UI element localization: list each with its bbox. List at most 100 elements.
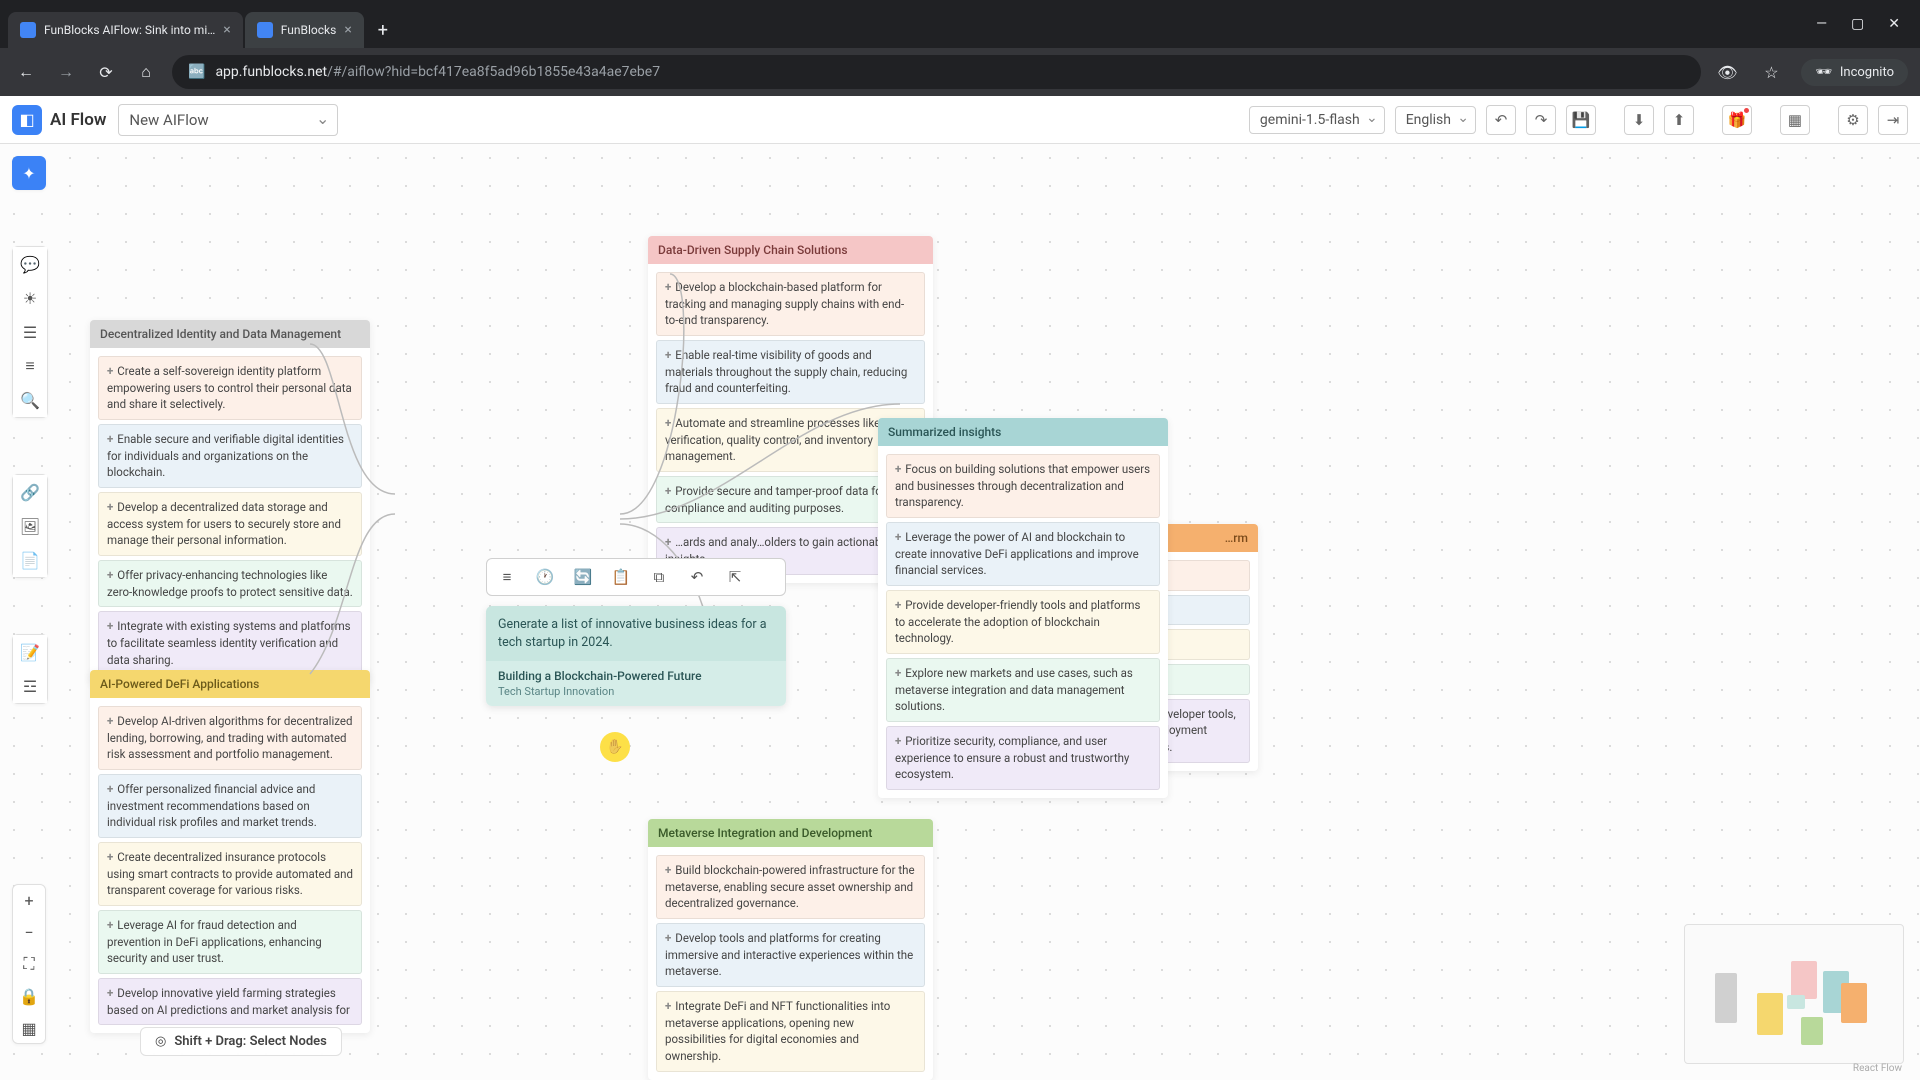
node-insights[interactable]: Summarized insights +Focus on building s… bbox=[878, 418, 1168, 798]
model-selector[interactable]: gemini-1.5-flash bbox=[1249, 106, 1385, 134]
note-icon[interactable]: 📋 bbox=[609, 565, 633, 589]
maximize-icon[interactable]: ▢ bbox=[1851, 16, 1864, 32]
refresh-icon[interactable]: 🔄 bbox=[571, 565, 595, 589]
address-bar: ← → ⟳ ⌂ 🔤 app.funblocks.net/#/aiflow?hid… bbox=[0, 48, 1920, 96]
node-item[interactable]: +Leverage AI for fraud detection and pre… bbox=[98, 910, 362, 974]
node-item[interactable]: +Create decentralized insurance protocol… bbox=[98, 842, 362, 906]
incognito-label: Incognito bbox=[1840, 65, 1894, 80]
download-button[interactable]: ⬇ bbox=[1624, 105, 1654, 135]
node-item[interactable]: +Develop a decentralized data storage an… bbox=[98, 492, 362, 556]
prompt-text: Generate a list of innovative business i… bbox=[486, 606, 786, 661]
upload-button[interactable]: ⬆ bbox=[1664, 105, 1694, 135]
node-identity[interactable]: Decentralized Identity and Data Manageme… bbox=[90, 320, 370, 683]
node-item[interactable]: +Integrate DeFi and NFT functionalities … bbox=[656, 991, 925, 1072]
export-icon[interactable]: ⇱ bbox=[723, 565, 747, 589]
node-item[interactable]: +Leverage the power of AI and blockchain… bbox=[886, 522, 1160, 586]
site-info-icon[interactable]: 🔤 bbox=[188, 64, 205, 80]
node-item[interactable]: +Provide developer-friendly tools and pl… bbox=[886, 590, 1160, 654]
zoom-out-button[interactable]: − bbox=[13, 917, 45, 947]
prompt-meta: Building a Blockchain-Powered Future Tec… bbox=[486, 661, 786, 706]
flow-selector[interactable]: New AIFlow bbox=[118, 104, 338, 136]
sun-icon[interactable]: ☀ bbox=[13, 281, 47, 315]
tasks-icon[interactable]: ☲ bbox=[13, 669, 47, 703]
close-icon[interactable]: × bbox=[223, 22, 230, 38]
url-input[interactable]: 🔤 app.funblocks.net/#/aiflow?hid=bcf417e… bbox=[172, 55, 1701, 89]
browser-tab-active[interactable]: FunBlocks × bbox=[245, 12, 364, 48]
clock-icon[interactable]: 🕐 bbox=[533, 565, 557, 589]
undo-icon[interactable]: ↶ bbox=[685, 565, 709, 589]
copy-icon[interactable]: ⧉ bbox=[647, 565, 671, 589]
lock-button[interactable]: 🔒 bbox=[13, 981, 45, 1011]
save-button[interactable]: 💾 bbox=[1566, 105, 1596, 135]
node-item[interactable]: +Explore new markets and use cases, such… bbox=[886, 658, 1160, 722]
node-item[interactable]: +Offer personalized financial advice and… bbox=[98, 774, 362, 838]
forward-button[interactable]: → bbox=[52, 58, 80, 86]
fit-view-button[interactable]: ⛶ bbox=[13, 949, 45, 979]
left-toolbar: ✦ 💬 ☀ ☰ ≡ 🔍 🔗 🖼 📄 📝 ☲ bbox=[12, 156, 48, 704]
node-metaverse[interactable]: Metaverse Integration and Development +B… bbox=[648, 819, 933, 1080]
language-selector[interactable]: English bbox=[1395, 106, 1476, 134]
node-item[interactable]: +Create a self-sovereign identity platfo… bbox=[98, 356, 362, 420]
image-icon[interactable]: 🖼 bbox=[13, 509, 47, 543]
grid-button[interactable]: ▦ bbox=[13, 1013, 45, 1043]
node-item[interactable]: +Develop innovative yield farming strate… bbox=[98, 978, 362, 1025]
app-logo-icon[interactable]: ◧ bbox=[12, 105, 42, 135]
incognito-badge[interactable]: 🕶 Incognito bbox=[1801, 59, 1908, 86]
browser-tab[interactable]: FunBlocks AIFlow: Sink into mi… × bbox=[8, 12, 243, 48]
app-title: AI Flow bbox=[50, 110, 106, 130]
prompt-title: Building a Blockchain-Powered Future bbox=[498, 669, 774, 683]
node-item[interactable]: +Prioritize security, compliance, and us… bbox=[886, 726, 1160, 790]
gift-button[interactable]: 🎁 bbox=[1722, 105, 1752, 135]
search-icon[interactable]: 🔍 bbox=[13, 383, 47, 417]
prompt-node[interactable]: ≡ 🕐 🔄 📋 ⧉ ↶ ⇱ Generate a list of innovat… bbox=[486, 606, 786, 706]
app-root: ◧ AI Flow New AIFlow gemini-1.5-flash En… bbox=[0, 96, 1920, 1080]
layout-button[interactable]: ▦ bbox=[1780, 105, 1810, 135]
node-item[interactable]: +Enable real-time visibility of goods an… bbox=[656, 340, 925, 404]
close-window-icon[interactable]: ✕ bbox=[1888, 16, 1900, 32]
cursor-highlight bbox=[600, 732, 630, 762]
node-body: +Focus on building solutions that empowe… bbox=[878, 446, 1168, 798]
minimap[interactable] bbox=[1684, 924, 1904, 1064]
node-item[interactable]: +Develop a blockchain-based platform for… bbox=[656, 272, 925, 336]
window-controls: — ▢ ✕ bbox=[1816, 16, 1912, 32]
redo-button[interactable]: ↷ bbox=[1526, 105, 1556, 135]
note-icon[interactable]: 📝 bbox=[13, 635, 47, 669]
zoom-in-button[interactable]: + bbox=[13, 885, 45, 915]
eye-off-icon[interactable]: 👁 bbox=[1713, 58, 1741, 86]
home-button[interactable]: ⌂ bbox=[132, 58, 160, 86]
node-item[interactable]: +Integrate with existing systems and pla… bbox=[98, 611, 362, 675]
node-item[interactable]: +Focus on building solutions that empowe… bbox=[886, 454, 1160, 518]
app-header: ◧ AI Flow New AIFlow gemini-1.5-flash En… bbox=[0, 96, 1920, 144]
node-title: AI-Powered DeFi Applications bbox=[90, 670, 370, 698]
undo-button[interactable]: ↶ bbox=[1486, 105, 1516, 135]
close-icon[interactable]: × bbox=[344, 22, 351, 38]
new-tab-button[interactable]: + bbox=[366, 20, 400, 41]
back-button[interactable]: ← bbox=[12, 58, 40, 86]
node-defi[interactable]: AI-Powered DeFi Applications +Develop AI… bbox=[90, 670, 370, 1033]
list-icon[interactable]: ☰ bbox=[13, 315, 47, 349]
tab-title: FunBlocks AIFlow: Sink into mi… bbox=[44, 23, 215, 37]
node-item[interactable]: +Develop tools and platforms for creatin… bbox=[656, 923, 925, 987]
chat-icon[interactable]: 💬 bbox=[13, 247, 47, 281]
node-item[interactable]: +Offer privacy-enhancing technologies li… bbox=[98, 560, 362, 607]
menu-icon[interactable]: ≡ bbox=[495, 565, 519, 589]
minimize-icon[interactable]: — bbox=[1816, 16, 1827, 32]
zoom-controls: + − ⛶ 🔒 ▦ bbox=[12, 884, 46, 1044]
target-icon: ◎ bbox=[155, 1034, 166, 1049]
node-item[interactable]: +Build blockchain-powered infrastructure… bbox=[656, 855, 925, 919]
node-item[interactable]: +Enable secure and verifiable digital id… bbox=[98, 424, 362, 488]
browser-tab-strip: FunBlocks AIFlow: Sink into mi… × FunBlo… bbox=[0, 0, 1920, 48]
reload-button[interactable]: ⟳ bbox=[92, 58, 120, 86]
ai-tool-button[interactable]: ✦ bbox=[12, 156, 46, 190]
bookmark-icon[interactable]: ☆ bbox=[1757, 58, 1785, 86]
settings-button[interactable]: ⚙ bbox=[1838, 105, 1868, 135]
link-icon[interactable]: 🔗 bbox=[13, 475, 47, 509]
tab-favicon bbox=[257, 22, 273, 38]
node-item[interactable]: +Develop AI-driven algorithms for decent… bbox=[98, 706, 362, 770]
hint-text: Shift + Drag: Select Nodes bbox=[174, 1034, 326, 1049]
flow-canvas[interactable]: ✦ 💬 ☀ ☰ ≡ 🔍 🔗 🖼 📄 📝 ☲ + − bbox=[0, 144, 1920, 1080]
menu-icon[interactable]: ≡ bbox=[13, 349, 47, 383]
document-icon[interactable]: 📄 bbox=[13, 543, 47, 577]
prompt-toolbar: ≡ 🕐 🔄 📋 ⧉ ↶ ⇱ bbox=[486, 558, 786, 596]
exit-button[interactable]: ⇥ bbox=[1878, 105, 1908, 135]
